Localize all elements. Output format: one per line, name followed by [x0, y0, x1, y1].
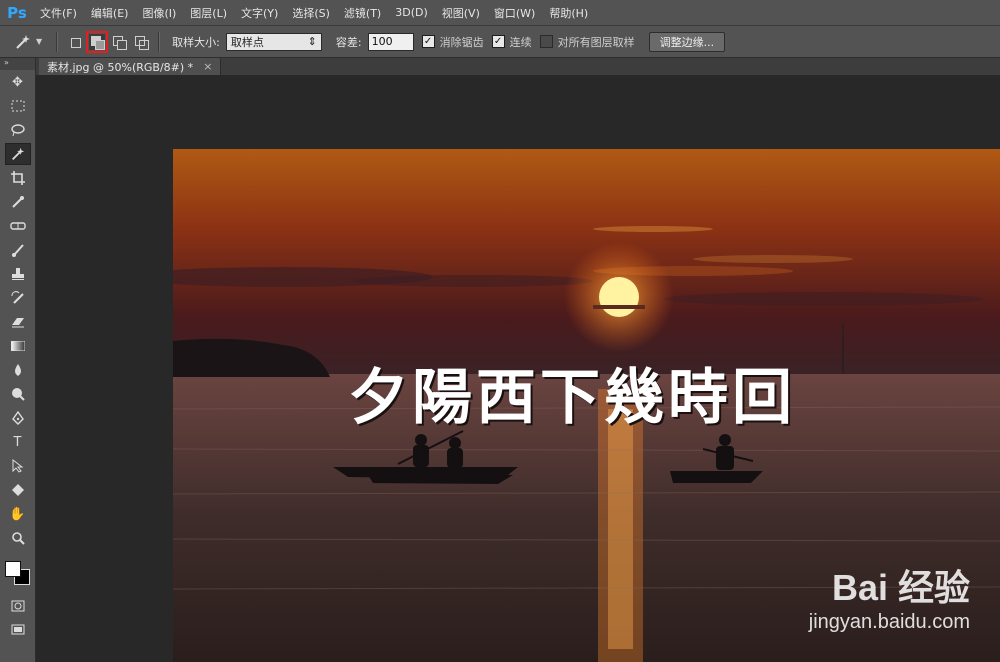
menu-window[interactable]: 窗口(W) — [494, 5, 535, 21]
unchecked-box-icon — [539, 35, 553, 48]
menu-help[interactable]: 帮助(H) — [549, 5, 588, 21]
photoshop-logo: Ps — [7, 3, 27, 22]
menu-bar: Ps 文件(F) 编辑(E) 图像(I) 图层(L) 文字(Y) 选择(S) 滤… — [0, 0, 1000, 26]
menu-layer[interactable]: 图层(L) — [190, 5, 227, 21]
eyedropper-icon[interactable] — [5, 191, 31, 213]
lasso-icon[interactable] — [5, 119, 31, 141]
magic-wand-icon[interactable] — [10, 31, 36, 53]
document-tab-bar: 素材.jpg @ 50%(RGB/8#) * × — [36, 58, 1000, 75]
quick-mask-icon[interactable] — [5, 595, 31, 617]
intersect-selection-button[interactable] — [133, 34, 150, 50]
tolerance-input[interactable]: 100 — [367, 32, 414, 51]
magic-wand-icon[interactable] — [4, 143, 31, 165]
sample-size-label: 取样大小: — [172, 35, 220, 49]
contiguous-label: 连续 — [509, 35, 532, 49]
menu-filter[interactable]: 滤镜(T) — [344, 5, 381, 21]
path-select-icon[interactable] — [5, 455, 31, 477]
document-tab[interactable]: 素材.jpg @ 50%(RGB/8#) * × — [39, 58, 222, 75]
contiguous-checkbox[interactable]: ✓ 连续 — [491, 34, 532, 50]
foreground-color-swatch[interactable] — [5, 561, 21, 577]
collapse-arrows-icon[interactable]: » — [0, 58, 35, 70]
divider — [158, 31, 161, 52]
tolerance-label: 容差: — [335, 35, 362, 49]
color-swatches[interactable] — [0, 555, 35, 589]
baidu-watermark: Bai 经验 jingyan.baidu.com — [809, 559, 970, 634]
menu-select[interactable]: 选择(S) — [292, 5, 330, 21]
sample-size-select[interactable]: 取样点 ⇕ — [225, 32, 322, 51]
shape-icon[interactable] — [5, 479, 31, 501]
document-tab-title: 素材.jpg @ 50%(RGB/8#) * — [47, 60, 194, 74]
baidu-watermark-url: jingyan.baidu.com — [808, 611, 970, 633]
checkmark-icon: ✓ — [491, 35, 505, 48]
menu-image[interactable]: 图像(I) — [142, 5, 176, 21]
blur-icon[interactable] — [5, 359, 31, 381]
eraser-icon[interactable] — [5, 311, 31, 333]
antialias-checkbox[interactable]: ✓ 消除锯齿 — [421, 34, 484, 50]
pen-icon[interactable] — [5, 407, 31, 429]
toolbox: » ✥ T ✋ — [0, 58, 36, 662]
menu-file[interactable]: 文件(F) — [40, 5, 77, 21]
healing-icon[interactable] — [5, 215, 31, 237]
menu-view[interactable]: 视图(V) — [442, 5, 480, 21]
marquee-icon[interactable] — [5, 95, 31, 117]
workspace: 夕陽西下幾時回 Bai 经验 jingyan.baidu.com — [36, 75, 1000, 662]
sample-all-layers-label: 对所有图层取样 — [557, 35, 635, 49]
hand-icon[interactable]: ✋ — [5, 503, 31, 525]
history-brush-icon[interactable] — [5, 287, 31, 309]
new-selection-button[interactable] — [67, 34, 83, 50]
close-icon[interactable]: × — [203, 60, 212, 73]
gradient-icon[interactable] — [5, 335, 31, 357]
checkmark-icon: ✓ — [421, 35, 435, 48]
sample-all-layers-checkbox[interactable]: 对所有图层取样 — [539, 34, 635, 50]
baidu-watermark-logo: Bai 经验 — [831, 567, 970, 608]
zoom-icon[interactable] — [5, 527, 31, 549]
type-icon[interactable]: T — [5, 431, 31, 453]
menu-edit[interactable]: 编辑(E) — [91, 5, 129, 21]
subtract-from-selection-button[interactable] — [111, 34, 128, 50]
canvas-title-text: 夕陽西下幾時回 — [348, 363, 796, 433]
select-arrows-icon: ⇕ — [307, 35, 317, 48]
document-canvas[interactable]: 夕陽西下幾時回 Bai 经验 jingyan.baidu.com — [173, 149, 1000, 662]
crop-icon[interactable] — [5, 167, 31, 189]
menu-type[interactable]: 文字(Y) — [241, 5, 278, 21]
screen-mode-icon[interactable] — [5, 619, 31, 641]
sample-size-value: 取样点 — [230, 35, 264, 49]
dodge-icon[interactable] — [5, 383, 31, 405]
move-icon[interactable]: ✥ — [5, 71, 31, 93]
refine-edge-button[interactable]: 调整边缘... — [648, 31, 726, 52]
menu-3d[interactable]: 3D(D) — [395, 6, 428, 19]
divider — [56, 31, 59, 52]
antialias-label: 消除锯齿 — [439, 35, 484, 49]
tool-preset-caret-icon[interactable]: ▼ — [36, 37, 42, 46]
stamp-icon[interactable] — [5, 263, 31, 285]
brush-icon[interactable] — [5, 239, 31, 261]
options-bar: ▼ 取样大小: 取样点 ⇕ 容差: 100 ✓ 消除锯齿 ✓ 连续 对所有图层取样 调… — [0, 26, 1000, 58]
add-to-selection-button[interactable] — [86, 30, 109, 53]
